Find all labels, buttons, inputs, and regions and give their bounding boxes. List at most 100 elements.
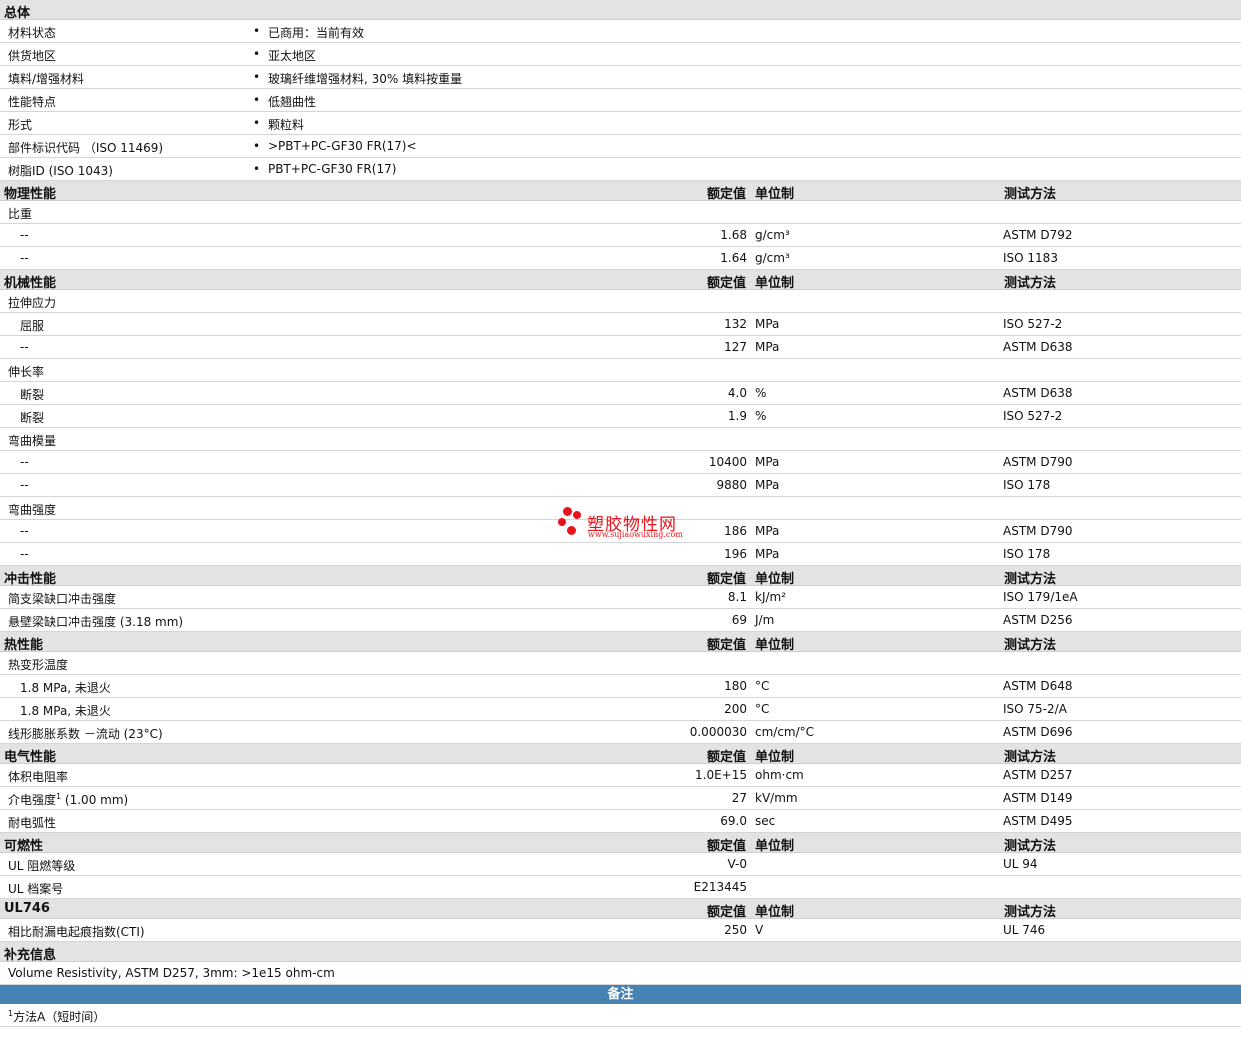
- unit-value: MPa: [755, 340, 780, 354]
- property-condition: --: [20, 547, 29, 561]
- property-label: 相比耐漏电起痕指数(CTI): [8, 923, 145, 940]
- test-method: ISO 527-2: [1003, 409, 1063, 423]
- property-label-text: 介电强度: [8, 793, 57, 807]
- test-method: ISO 75-2/A: [1003, 702, 1067, 716]
- property-row: 弯曲模量: [0, 428, 1241, 451]
- nominal-value: 250: [724, 923, 747, 937]
- property-row: -- 10400 MPa ASTM D790: [0, 451, 1241, 474]
- property-row: -- 1.64 g/cm³ ISO 1183: [0, 247, 1241, 270]
- property-label-text: 热变形温度: [8, 658, 69, 672]
- test-method: ISO 178: [1003, 478, 1051, 492]
- nominal-value: 8.1: [727, 590, 747, 604]
- property-row: 拉伸应力: [0, 290, 1241, 313]
- nominal-value: 1.0E+15: [695, 768, 747, 782]
- general-value: PBT+PC-GF30 FR(17): [268, 162, 397, 176]
- property-row: UL 阻燃等级 V-0 UL 94: [0, 853, 1241, 876]
- nominal-value: 180: [724, 679, 747, 693]
- section-header-general: 总体: [0, 0, 1241, 21]
- property-row: 悬壁梁缺口冲击强度 (3.18 mm) 69 J/m ASTM D256: [0, 609, 1241, 632]
- property-row: 伸长率: [0, 359, 1241, 382]
- column-header-test-method: 测试方法: [1004, 750, 1057, 765]
- property-row: 相比耐漏电起痕指数(CTI) 250 V UL 746: [0, 919, 1241, 942]
- unit-value: °C: [755, 702, 770, 716]
- section-header-flammability: 可燃性 额定值 单位制 测试方法: [0, 833, 1241, 854]
- general-label: 部件标识代码 （ISO 11469): [8, 141, 164, 155]
- column-header-unit: 单位制: [755, 572, 795, 587]
- property-condition: 断裂: [20, 411, 45, 425]
- nominal-value: 10400: [708, 455, 747, 469]
- bullet-icon: •: [253, 70, 261, 84]
- property-label: 介电强度1 (1.00 mm): [8, 791, 128, 808]
- unit-value: V: [755, 923, 764, 937]
- column-header-nominal: 额定值: [707, 839, 747, 854]
- bullet-icon: •: [253, 47, 261, 61]
- section-header-supplement: 补充信息: [0, 942, 1241, 963]
- column-header-nominal: 额定值: [707, 905, 747, 920]
- general-value: 亚太地区: [268, 49, 317, 63]
- unit-value: g/cm³: [755, 251, 790, 265]
- column-header-unit: 单位制: [755, 276, 795, 291]
- general-label: 性能特点: [8, 95, 57, 109]
- test-method: ASTM D149: [1003, 791, 1073, 805]
- nominal-value: 69.0: [720, 814, 747, 828]
- test-method: ASTM D495: [1003, 814, 1073, 828]
- property-row: 1.8 MPa, 未退火 180 °C ASTM D648: [0, 675, 1241, 698]
- unit-value: MPa: [755, 547, 780, 561]
- logo-dot-icon: [567, 526, 576, 535]
- property-condition: 1.8 MPa, 未退火: [20, 681, 111, 695]
- unit-value: °C: [755, 679, 770, 693]
- general-value: >PBT+PC-GF30 FR(17)<: [268, 139, 417, 153]
- unit-value: ohm·cm: [755, 768, 804, 782]
- nominal-value: 69: [731, 613, 747, 627]
- nominal-value: V-0: [727, 857, 747, 871]
- property-row: 1.8 MPa, 未退火 200 °C ISO 75-2/A: [0, 698, 1241, 721]
- section-title: 冲击性能: [4, 572, 57, 587]
- property-label: 比重: [8, 205, 32, 222]
- property-condition: --: [20, 228, 29, 242]
- section-title: 物理性能: [4, 187, 57, 202]
- property-label-text: UL 档案号: [8, 882, 64, 896]
- test-method: ISO 1183: [1003, 251, 1058, 265]
- property-label: 线形膨胀系数 －流动 (23°C): [8, 725, 163, 742]
- test-method: ISO 178: [1003, 547, 1051, 561]
- property-label: 伸长率: [8, 363, 44, 380]
- general-label: 形式: [8, 118, 33, 132]
- section-title: 电气性能: [4, 750, 57, 765]
- column-header-nominal: 额定值: [707, 638, 747, 653]
- nominal-value: 9880: [716, 478, 747, 492]
- test-method: ASTM D638: [1003, 386, 1073, 400]
- property-label: UL 档案号: [8, 880, 63, 897]
- unit-value: J/m: [755, 613, 775, 627]
- note-row: 1方法A（短时间）: [0, 1004, 1241, 1027]
- general-row: 树脂ID (ISO 1043) • PBT+PC-GF30 FR(17): [0, 158, 1241, 181]
- watermark-logo: 塑胶物性网 www.sujiaowuxing.com: [558, 507, 698, 547]
- column-header-test-method: 测试方法: [1004, 839, 1057, 854]
- general-value: 低翘曲性: [268, 95, 317, 109]
- logo-dot-icon: [563, 507, 572, 516]
- property-label-text: 伸长率: [8, 365, 45, 379]
- column-header-nominal: 额定值: [707, 572, 747, 587]
- unit-value: kJ/m²: [755, 590, 787, 604]
- test-method: ISO 527-2: [1003, 317, 1063, 331]
- property-label: 弯曲模量: [8, 432, 56, 449]
- bullet-icon: •: [253, 24, 261, 38]
- property-label-text: UL 阻燃等级: [8, 859, 76, 873]
- property-label: 拉伸应力: [8, 294, 56, 311]
- supplement-row: Volume Resistivity, ASTM D257, 3mm: >1e1…: [0, 962, 1241, 985]
- unit-value: %: [755, 409, 767, 423]
- property-row: 断裂 1.9% ISO 527-2: [0, 405, 1241, 428]
- property-condition: --: [20, 478, 29, 492]
- property-label: 弯曲强度: [8, 501, 56, 518]
- nominal-value: 200: [724, 702, 747, 716]
- property-label-text: 线形膨胀系数 －流动 (23°C): [8, 727, 163, 741]
- property-label-text: 弯曲模量: [8, 434, 57, 448]
- logo-dot-icon: [573, 511, 581, 519]
- property-condition: --: [20, 524, 29, 538]
- property-condition: --: [20, 455, 29, 469]
- unit-value: MPa: [755, 455, 780, 469]
- column-header-unit: 单位制: [755, 638, 795, 653]
- column-header-unit: 单位制: [755, 839, 795, 854]
- section-header-electrical: 电气性能 额定值 单位制 测试方法: [0, 744, 1241, 765]
- column-header-unit: 单位制: [755, 905, 795, 920]
- notes-header: 备注: [0, 985, 1241, 1004]
